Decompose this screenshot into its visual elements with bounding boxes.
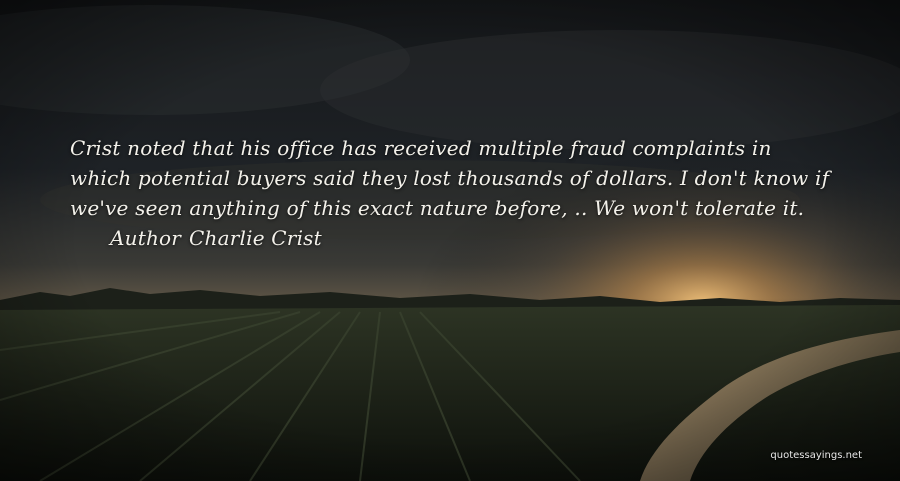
quote-block: Crist noted that his office has received… [70,133,870,253]
quote-attribution: Author Charlie Crist [70,223,870,253]
author-name: Charlie Crist [189,226,322,250]
author-label: Author [110,226,182,250]
quote-line-2: which potential buyers said they lost th… [70,166,830,190]
quote-line-1: Crist noted that his office has received… [70,136,772,160]
site-watermark: quotessayings.net [770,450,862,461]
quote-line-3: we've seen anything of this exact nature… [70,196,805,220]
